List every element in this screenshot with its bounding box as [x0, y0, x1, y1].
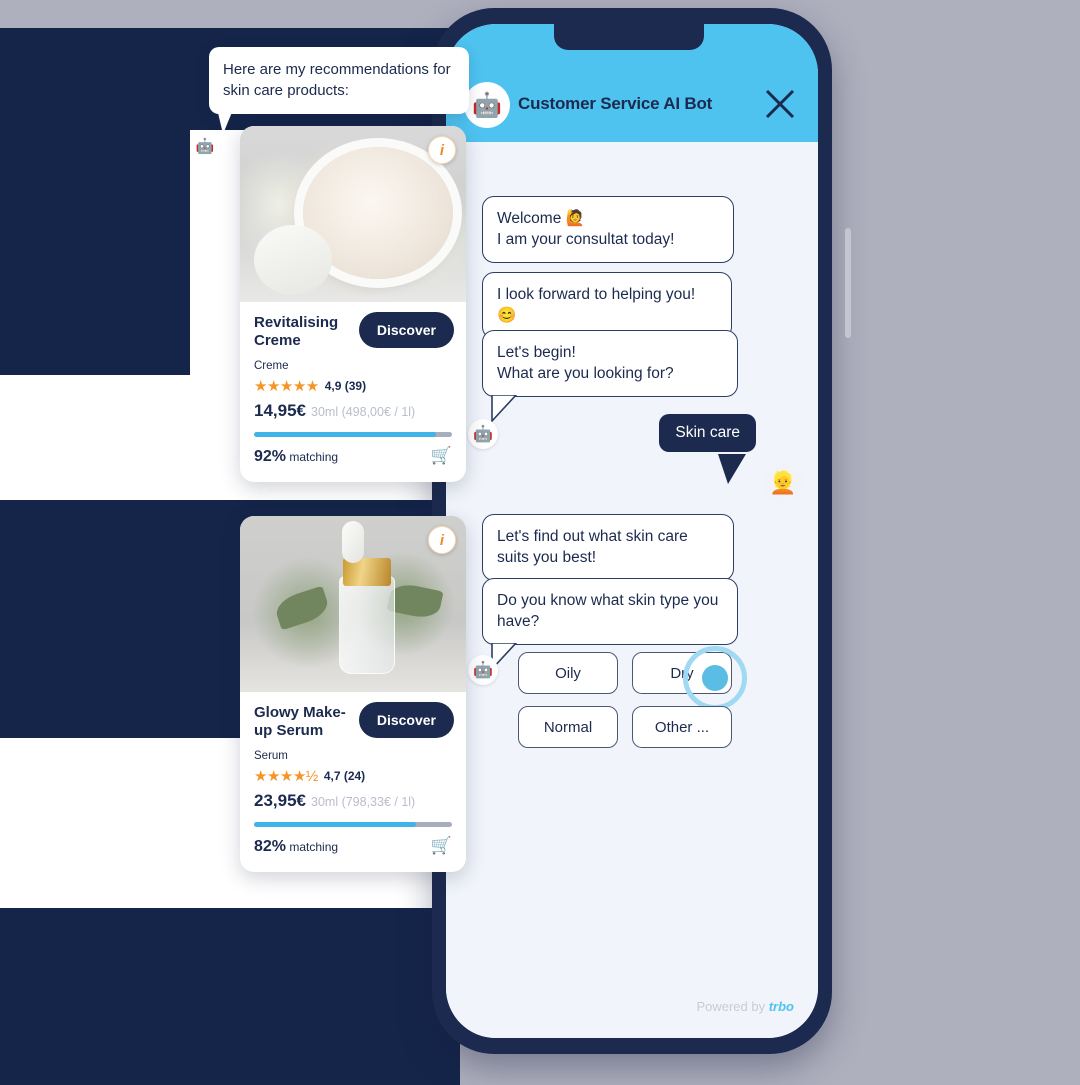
bot-message-bubble: Let's find out what skin care suits you …: [482, 514, 734, 581]
product-image: i: [240, 126, 466, 302]
quick-reply-label: Oily: [555, 664, 581, 682]
serum-bottle-shape: [339, 575, 396, 674]
bot-message-text: Let's find out what skin care suits you …: [497, 528, 688, 567]
rating-count: 4,9 (39): [324, 378, 367, 393]
quick-reply-options: Oily Dry Normal Other ...: [518, 646, 748, 748]
bubble-tail: [491, 394, 517, 422]
cream-lid-shape: [253, 224, 332, 295]
user-message-text: Skin care: [675, 424, 740, 441]
product-price-row: 14,95€ 30ml (498,00€ / 1l): [254, 401, 452, 421]
robot-icon: 🤖: [191, 132, 219, 160]
product-price: 14,95€: [254, 400, 306, 420]
leaf-shape: [272, 586, 332, 631]
robot-icon: 🤖: [468, 419, 498, 449]
product-details: Revitalising Creme Discover Creme ★★★★★ …: [240, 302, 466, 482]
product-card[interactable]: i Revitalising Creme Discover Creme ★★★★…: [240, 126, 466, 482]
quick-reply-label: Normal: [543, 718, 593, 736]
leaf-shape: [386, 581, 444, 622]
match-word: matching: [289, 449, 339, 464]
match-label: 82% matching: [254, 838, 338, 856]
powered-by-footer: Powered by trbo: [696, 999, 794, 1014]
product-title: Glowy Make-up Serum: [254, 704, 346, 740]
phone-side-button[interactable]: [845, 228, 851, 338]
cart-icon[interactable]: 🛒: [431, 836, 452, 856]
match-row: 82% matching 🛒: [254, 836, 452, 856]
product-title: Revitalising Creme: [254, 314, 339, 350]
serum-pipette-shape: [342, 521, 364, 564]
quick-reply-other[interactable]: Other ...: [632, 706, 732, 748]
product-rating: ★★★★★ 4,9 (39): [254, 377, 452, 395]
match-progress-fill: [254, 431, 437, 437]
product-unit-price: 30ml (498,00€ / 1l): [311, 404, 416, 419]
match-percent: 92%: [254, 447, 287, 465]
close-icon[interactable]: [762, 86, 798, 122]
discover-button[interactable]: Discover: [358, 702, 454, 738]
product-price-row: 23,95€ 30ml (798,33€ / 1l): [254, 791, 452, 811]
rating-count: 4,7 (24): [323, 768, 366, 783]
cart-icon[interactable]: 🛒: [431, 446, 452, 466]
product-category: Serum: [254, 749, 288, 762]
product-category: Creme: [254, 359, 289, 372]
bot-message-bubble: Welcome 🙋 I am your consultat today!: [482, 196, 734, 263]
robot-icon: 🤖: [464, 82, 510, 128]
intro-text: Here are my recommendations for skin car…: [223, 61, 451, 100]
phone-notch: [554, 24, 704, 50]
bot-message-bubble: I look forward to helping you! 😊: [482, 272, 732, 339]
brand-logo: trbo: [768, 999, 794, 1014]
product-unit-price: 30ml (798,33€ / 1l): [311, 794, 416, 809]
product-card[interactable]: i Glowy Make-up Serum Discover Serum ★★★…: [240, 516, 466, 872]
discover-button[interactable]: Discover: [358, 312, 454, 348]
robot-icon: 🤖: [468, 655, 498, 685]
info-icon[interactable]: i: [428, 136, 456, 164]
bot-message-bubble: Do you know what skin type you have?: [482, 578, 738, 670]
quick-reply-normal[interactable]: Normal: [518, 706, 618, 748]
bot-message-text: I look forward to helping you! 😊: [497, 286, 696, 325]
bot-message-text: Let's begin! What are you looking for?: [497, 344, 674, 383]
intro-speech-bubble: Here are my recommendations for skin car…: [209, 47, 469, 114]
match-progress-fill: [254, 821, 417, 827]
match-word: matching: [289, 839, 339, 854]
product-price: 23,95€: [254, 790, 306, 810]
page-title: Customer Service AI Bot: [518, 94, 713, 113]
match-progress-bar: [254, 821, 452, 827]
chat-header: 🤖 Customer Service AI Bot: [446, 24, 818, 142]
product-details: Glowy Make-up Serum Discover Serum ★★★★½…: [240, 692, 466, 872]
powered-by-text: Powered by: [696, 999, 766, 1014]
phone-screen: 🤖 Customer Service AI Bot Welcome 🙋 I am…: [446, 24, 818, 1038]
bot-message-text: Welcome 🙋 I am your consultat today!: [497, 210, 675, 249]
product-rating: ★★★★½ 4,7 (24): [254, 767, 452, 785]
match-row: 92% matching 🛒: [254, 446, 452, 466]
phone-frame: 🤖 Customer Service AI Bot Welcome 🙋 I am…: [432, 8, 832, 1054]
match-percent: 82%: [254, 837, 287, 855]
quick-reply-label: Other ...: [654, 718, 710, 736]
avatar: 👱: [762, 462, 804, 504]
tap-indicator-icon: [683, 646, 747, 710]
info-icon[interactable]: i: [428, 526, 456, 554]
user-message-bubble: Skin care: [659, 414, 756, 452]
bot-message-bubble: Let's begin! What are you looking for?: [482, 330, 738, 422]
intro-bubble-tail: [215, 100, 237, 134]
chat-message-list[interactable]: Welcome 🙋 I am your consultat today! I l…: [446, 142, 818, 1038]
user-bubble-tail: [718, 454, 746, 484]
star-rating-icon: ★★★★★: [254, 377, 319, 395]
match-progress-bar: [254, 431, 452, 437]
quick-reply-dry[interactable]: Dry: [632, 646, 747, 710]
star-rating-icon: ★★★★½: [254, 767, 318, 785]
background-navy-block-bottom: [0, 905, 460, 1085]
match-label: 92% matching: [254, 448, 338, 466]
bot-message-text: Do you know what skin type you have?: [497, 592, 719, 631]
product-image: i: [240, 516, 466, 692]
quick-reply-oily[interactable]: Oily: [518, 652, 618, 694]
